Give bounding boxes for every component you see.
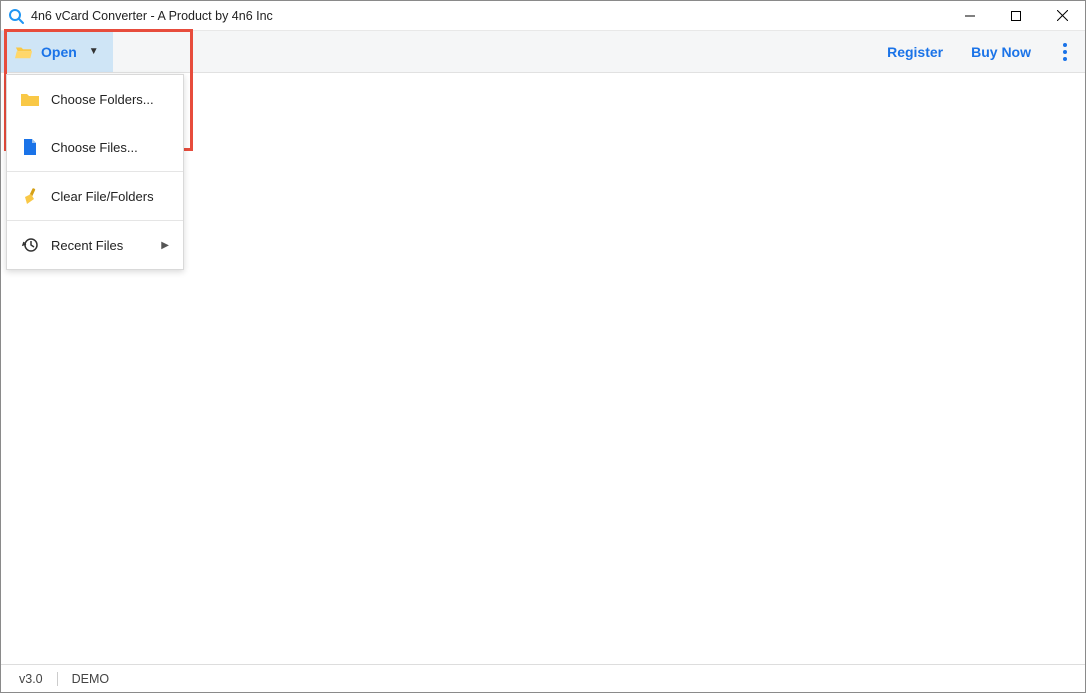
- mode-label: DEMO: [72, 672, 110, 686]
- clear-item[interactable]: Clear File/Folders: [7, 172, 183, 220]
- chevron-right-icon: ▶: [161, 240, 169, 251]
- folder-icon: [21, 90, 39, 108]
- window-title: 4n6 vCard Converter - A Product by 4n6 I…: [31, 9, 273, 23]
- more-button[interactable]: [1045, 31, 1085, 72]
- register-button[interactable]: Register: [873, 31, 957, 72]
- choose-folders-item[interactable]: Choose Folders...: [7, 75, 183, 123]
- open-dropdown: Choose Folders... Choose Files... Clear …: [6, 74, 184, 270]
- app-icon: [7, 7, 25, 25]
- recent-files-label: Recent Files: [51, 238, 123, 253]
- open-button[interactable]: Open ▼: [1, 31, 113, 72]
- title-bar: 4n6 vCard Converter - A Product by 4n6 I…: [1, 1, 1085, 31]
- file-icon: [21, 138, 39, 156]
- choose-files-label: Choose Files...: [51, 140, 138, 155]
- toolbar: Open ▼ Register Buy Now: [1, 31, 1085, 73]
- history-icon: [21, 236, 39, 254]
- recent-files-item[interactable]: Recent Files ▶: [7, 221, 183, 269]
- folder-open-icon: [15, 43, 33, 61]
- minimize-button[interactable]: [947, 1, 993, 30]
- app-window: 4n6 vCard Converter - A Product by 4n6 I…: [0, 0, 1086, 693]
- open-label: Open: [41, 44, 77, 60]
- chevron-down-icon: ▼: [89, 46, 99, 57]
- maximize-button[interactable]: [993, 1, 1039, 30]
- clear-label: Clear File/Folders: [51, 189, 154, 204]
- close-button[interactable]: [1039, 1, 1085, 30]
- choose-files-item[interactable]: Choose Files...: [7, 123, 183, 171]
- version-label: v3.0: [19, 672, 43, 686]
- status-bar: v3.0 DEMO: [1, 664, 1085, 692]
- window-controls: [947, 1, 1085, 30]
- buy-now-button[interactable]: Buy Now: [957, 31, 1045, 72]
- broom-icon: [21, 187, 39, 205]
- choose-folders-label: Choose Folders...: [51, 92, 154, 107]
- toolbar-spacer: [113, 31, 873, 72]
- status-separator: [57, 672, 58, 686]
- kebab-icon: [1063, 43, 1067, 61]
